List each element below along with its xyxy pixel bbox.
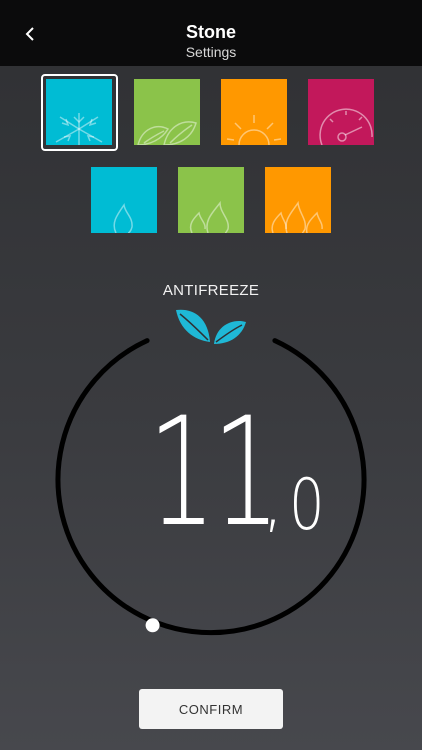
confirm-button[interactable]: CONFIRM — [139, 689, 283, 729]
leaves-icon — [137, 121, 197, 145]
mode-tile-flame-high[interactable] — [265, 167, 331, 233]
mode-tile-sun[interactable] — [221, 79, 287, 145]
double-flame-icon — [189, 200, 229, 233]
temperature-integer: 11 — [147, 386, 281, 560]
gauge-icon — [319, 108, 373, 145]
mode-tile-flame-medium[interactable] — [178, 167, 244, 233]
flame-icon — [113, 202, 133, 233]
sun-icon — [226, 115, 282, 145]
header-bar: Stone Settings — [0, 0, 422, 66]
mode-tile-snowflake[interactable] — [46, 79, 112, 145]
dial-handle[interactable] — [145, 618, 160, 633]
page-title: Stone — [185, 22, 236, 42]
page-subtitle: Settings — [185, 44, 237, 60]
mode-tile-gauge[interactable] — [308, 79, 374, 145]
temperature-decimal: 0 — [289, 464, 325, 546]
mode-tile-flame-low[interactable] — [91, 167, 157, 233]
snowflake-icon — [55, 113, 103, 145]
current-mode-label: ANTIFREEZE — [162, 282, 260, 299]
mode-tile-leaves[interactable] — [134, 79, 200, 145]
temperature-separator: , — [262, 459, 285, 541]
triple-flame-icon — [271, 200, 323, 233]
